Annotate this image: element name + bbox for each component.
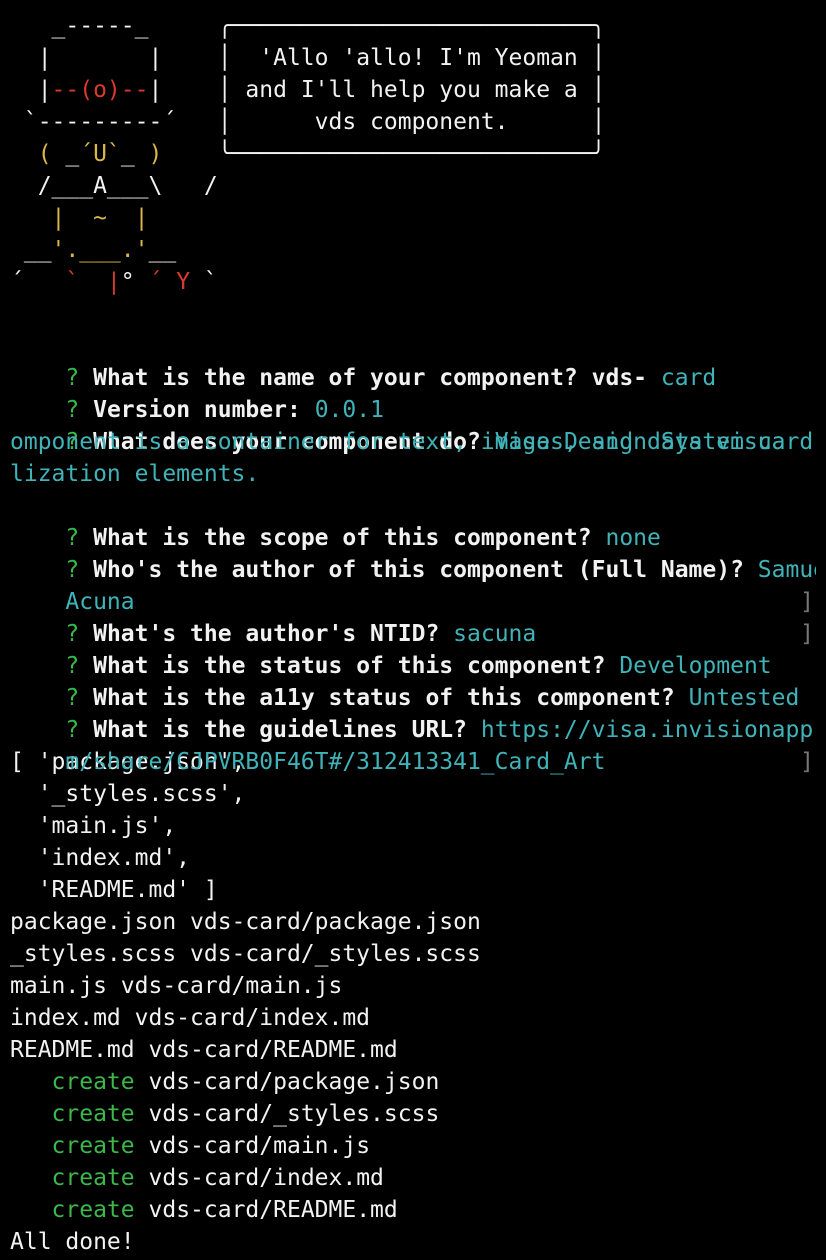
terminal-window[interactable]: _-----_ ╭──────────────────────────╮ | |… — [10, 10, 816, 1260]
ascii-art-segment: `---------´ — [10, 109, 218, 135]
ascii-art-segment: _ — [65, 141, 80, 167]
prompt-question: What is the a11y status of this componen… — [93, 685, 675, 711]
prompt-answer-prefix: vds- — [591, 365, 648, 391]
ascii-art-segment: ` — [65, 269, 107, 295]
prompt-answer: card — [660, 365, 717, 391]
done-message: All done! — [10, 1229, 135, 1255]
prompt-line: ? What's the author's NTID? sacuna] — [10, 586, 816, 647]
ascii-art-line: |--(o)--| │ and I'll help you make a │ — [10, 74, 816, 106]
ascii-art-segment: | ~ | — [51, 205, 149, 231]
ascii-art-line: __'.___.'__ — [10, 234, 816, 266]
yeoman-ascii-art: _-----_ ╭──────────────────────────╮ | |… — [10, 10, 816, 330]
copy-line: _styles.scss vds-card/_styles.scss — [10, 941, 481, 967]
ascii-art-segment: ╭──────────────────────────╮ — [217, 13, 606, 39]
prompt-answer-continuation: m/share/CJPVRB0F46T#/312413341_Card_Art — [65, 749, 606, 775]
file-array-line: 'index.md', — [10, 845, 191, 871]
prompt-line: ? What is the name of your component? vd… — [10, 330, 816, 391]
prompt-answer: Untested — [688, 685, 800, 711]
prompt-question: What's the author's NTID? — [93, 621, 440, 647]
prompt-answer-continuation: omponent is a container for text, images… — [10, 429, 786, 455]
ascii-art-segment: --(o)-- — [51, 77, 149, 103]
ascii-art-segment — [162, 141, 217, 167]
ascii-art-segment: ´U` — [79, 141, 121, 167]
ascii-art-line — [10, 298, 816, 330]
ascii-art-segment: ´ Y — [148, 269, 191, 295]
create-line: create vds-card/_styles.scss — [10, 1098, 816, 1130]
ascii-art-segment: | — [10, 77, 52, 103]
ascii-art-line: | | │ 'Allo 'allo! I'm Yeoman │ — [10, 42, 816, 74]
prompt-question: Version number: — [93, 397, 301, 423]
ascii-art-segment — [10, 141, 38, 167]
file-array-line: 'README.md' ] — [10, 877, 218, 903]
ascii-art-segment: | — [106, 269, 121, 295]
created-file-path: vds-card/package.json — [148, 1069, 440, 1095]
prompt-answer: 0.0.1 — [314, 397, 384, 423]
prompt-question-mark: ? — [65, 397, 80, 423]
ascii-art-segment: ° — [120, 269, 149, 295]
created-file-path: vds-card/_styles.scss — [148, 1101, 440, 1127]
ascii-art-segment: ╰──────────────────────────╯ — [217, 141, 606, 167]
ascii-art-line: | ~ | — [10, 202, 816, 234]
ascii-art-segment: ` — [190, 269, 218, 295]
ascii-art-line: ( _´U`_ ) ╰──────────────────────────╯ — [10, 138, 816, 170]
ascii-art-segment: __ — [148, 237, 177, 263]
create-label: create — [51, 1101, 135, 1127]
ascii-art-segment: | — [148, 77, 218, 103]
prompt-question: What is the status of this component? — [93, 653, 606, 679]
copy-line: package.json vds-card/package.json — [10, 909, 481, 935]
ascii-art-segment: /___A___\ / — [10, 173, 218, 199]
ascii-art-segment: __ — [10, 237, 52, 263]
prompt-question-mark: ? — [65, 525, 80, 551]
prompt-question-mark: ? — [65, 685, 80, 711]
ascii-art-line: ´ ` |° ´ Y ` — [10, 266, 816, 298]
ascii-art-segment: '.___.' — [51, 237, 149, 263]
prompt-question-mark: ? — [65, 365, 80, 391]
ascii-art-line: _-----_ ╭──────────────────────────╮ — [10, 10, 816, 42]
prompt-question: What is the name of your component? — [93, 365, 578, 391]
create-label: create — [51, 1165, 135, 1191]
prompt-answer: Development — [619, 653, 772, 679]
ascii-art-segment: │ and I'll help you make a │ — [217, 77, 606, 103]
terminal-line-marker: ] — [800, 621, 814, 647]
prompt-question-mark: ? — [65, 653, 80, 679]
create-label: create — [51, 1069, 135, 1095]
ascii-art-segment: ) — [148, 141, 163, 167]
ascii-art-segment: ( — [37, 141, 66, 167]
prompt-answer: none — [605, 525, 661, 551]
create-line: create vds-card/package.json — [10, 1066, 816, 1098]
ascii-art-segment: _ — [120, 141, 149, 167]
copy-line: main.js vds-card/main.js — [10, 973, 343, 999]
create-line: create vds-card/README.md — [10, 1194, 816, 1226]
terminal-line-marker: ] — [800, 749, 814, 775]
prompt-answer-continuation-row: Acuna] — [10, 554, 816, 615]
created-file-path: vds-card/README.md — [148, 1197, 398, 1223]
prompt-answer-continuation: lization elements. — [10, 461, 260, 487]
ascii-art-segment: ´ — [10, 269, 66, 295]
prompt-question-mark: ? — [65, 621, 80, 647]
create-label: create — [51, 1197, 135, 1223]
prompt-answer-continuation-row: m/share/CJPVRB0F46T#/312413341_Card_Art] — [10, 714, 816, 775]
ascii-art-line: /___A___\ / — [10, 170, 816, 202]
create-label: create — [51, 1133, 135, 1159]
created-file-path: vds-card/main.js — [148, 1133, 371, 1159]
ascii-art-segment — [10, 205, 52, 231]
ascii-art-segment: │ 'Allo 'allo! I'm Yeoman │ — [217, 45, 606, 71]
create-line: create vds-card/index.md — [10, 1162, 816, 1194]
file-array-line: 'main.js', — [10, 813, 177, 839]
ascii-art-segment: │ vds component. │ — [217, 109, 606, 135]
ascii-art-segment: | | — [10, 45, 218, 71]
ascii-art-line: `---------´ │ vds component. │ — [10, 106, 816, 138]
created-file-path: vds-card/index.md — [148, 1165, 384, 1191]
copy-line: README.md vds-card/README.md — [10, 1037, 398, 1063]
prompt-answer: sacuna — [453, 621, 537, 647]
file-array-line: '_styles.scss', — [10, 781, 246, 807]
prompt-question: What is the scope of this component? — [93, 525, 592, 551]
copy-line: index.md vds-card/index.md — [10, 1005, 371, 1031]
create-line: create vds-card/main.js — [10, 1130, 816, 1162]
prompt-line: ? What is the scope of this component? n… — [10, 490, 816, 551]
ascii-art-segment: _-----_ — [10, 13, 218, 39]
